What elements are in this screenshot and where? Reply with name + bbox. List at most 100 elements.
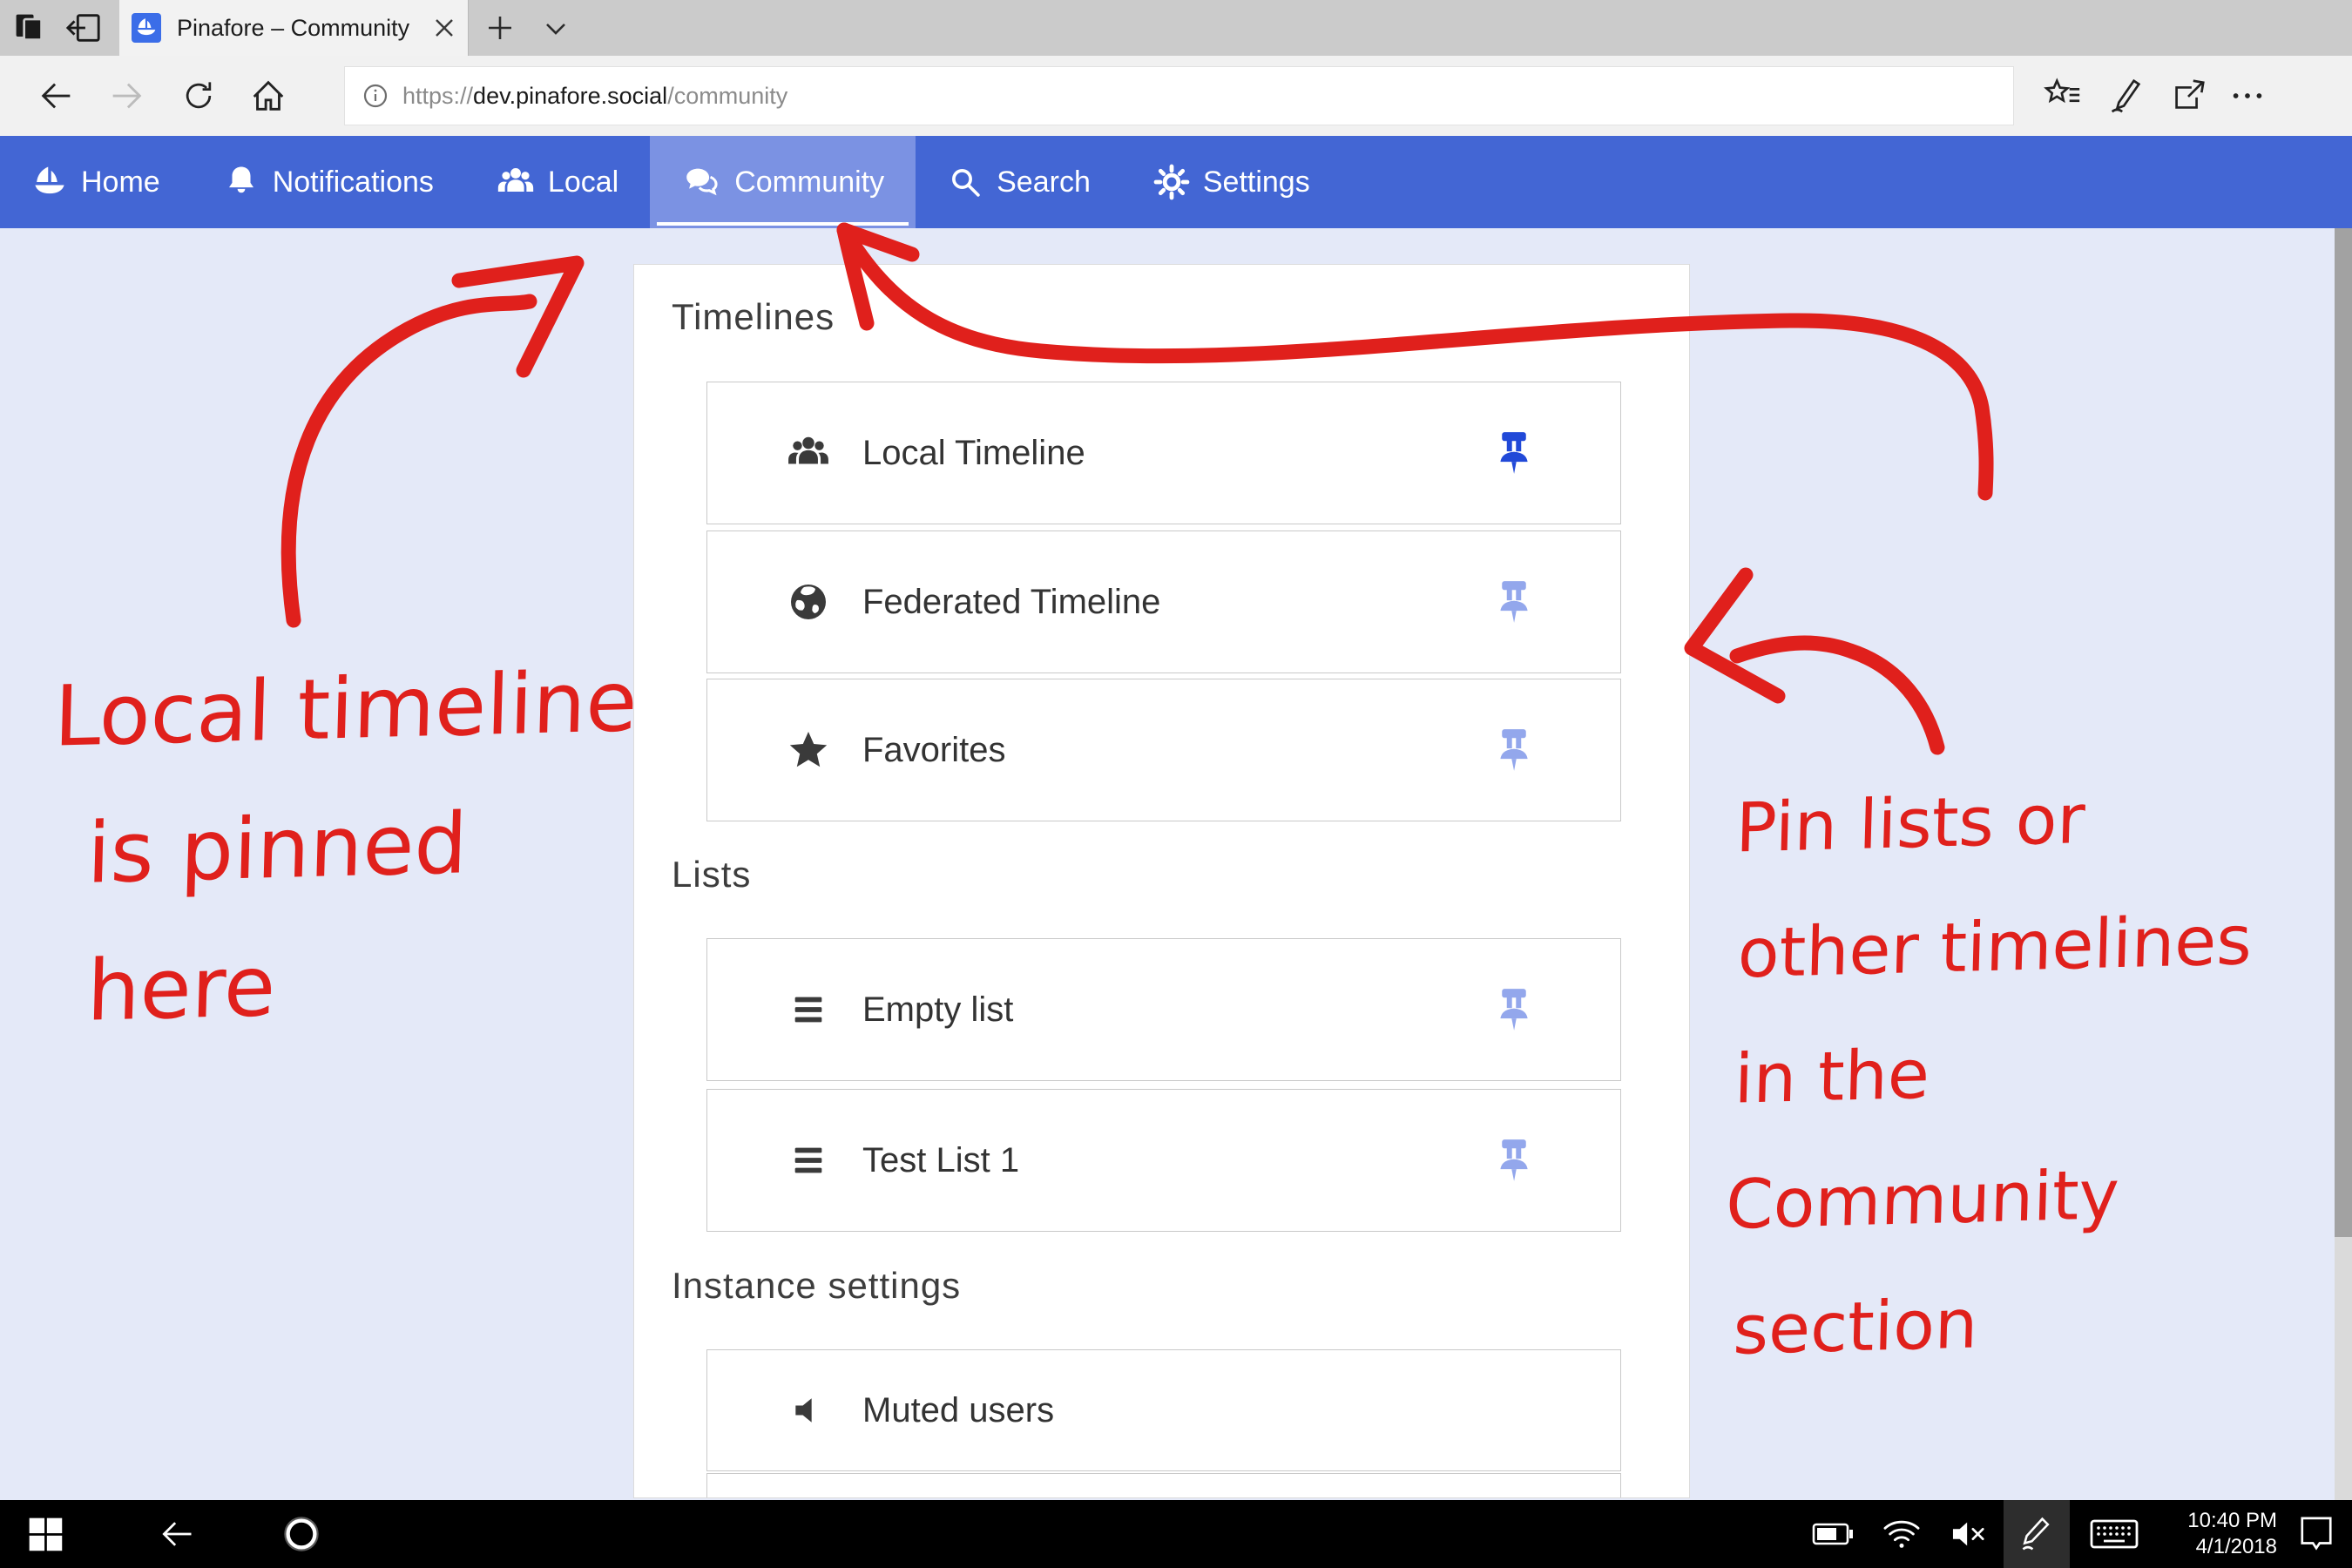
row-muted-users[interactable]: Muted users (706, 1349, 1621, 1471)
globe-icon (784, 581, 833, 623)
arrow-left-head (459, 263, 577, 370)
annotation-pin-lists: Pin lists or other timelines in the Comm… (1721, 753, 2257, 1394)
web-note-pen-icon[interactable] (2098, 56, 2153, 136)
annotation-line: is pinned (49, 770, 635, 923)
refresh-button[interactable] (171, 56, 226, 136)
star-icon (784, 729, 833, 771)
annotation-line: other timelines (1731, 878, 2254, 1017)
tab-list-chevron-icon[interactable] (533, 0, 578, 56)
windows-ink-pen-icon[interactable] (2004, 1500, 2070, 1568)
search-icon (947, 164, 983, 200)
battery-icon[interactable] (1803, 1500, 1864, 1568)
chat-bubbles-icon (681, 162, 721, 202)
row-test-list-1[interactable]: Test List 1 (706, 1089, 1621, 1232)
tab-preview-icon[interactable] (7, 0, 52, 56)
favorites-hub-icon[interactable] (2035, 56, 2091, 136)
annotation-line: Community (1724, 1129, 2247, 1268)
nav-label: Notifications (273, 166, 434, 199)
arrow-right-tail (1737, 643, 1937, 747)
home-button[interactable] (240, 56, 296, 136)
nav-item-home[interactable]: Home (0, 136, 192, 228)
nav-label: Home (81, 166, 160, 199)
arrow-left-tail (288, 301, 530, 620)
browser-tab-bar: Pinafore – Community (0, 0, 2352, 56)
users-icon (497, 163, 535, 201)
pin-icon[interactable] (1495, 429, 1533, 476)
annotation-line: here (45, 908, 632, 1061)
browser-tab[interactable]: Pinafore – Community (119, 0, 469, 56)
users-icon (784, 431, 833, 475)
url-host: dev.pinafore.social (473, 83, 667, 109)
community-page-card: Timelines Local Timeline Federated Timel… (633, 264, 1690, 1498)
row-label: Empty list (862, 990, 1495, 1030)
url-text: https://dev.pinafore.social/community (402, 83, 787, 110)
row-favorites[interactable]: Favorites (706, 679, 1621, 821)
row-empty-list[interactable]: Empty list (706, 938, 1621, 1081)
nav-item-notifications[interactable]: Notifications (192, 136, 465, 228)
desktop-screen: Pinafore – Community https (0, 0, 2352, 1568)
pinafore-favicon (132, 13, 161, 43)
clock-time: 10:40 PM (2187, 1508, 2277, 1534)
start-button[interactable] (12, 1500, 78, 1568)
windows-taskbar: 10:40 PM 4/1/2018 (0, 1500, 2352, 1568)
annotation-line: Local timeline (52, 632, 639, 786)
browser-toolbar: https://dev.pinafore.social/community (0, 56, 2352, 136)
scrollbar-thumb[interactable] (2335, 228, 2352, 1237)
list-icon (784, 990, 833, 1030)
forward-button[interactable] (98, 56, 154, 136)
row-label: Muted users (862, 1391, 1620, 1430)
pin-icon[interactable] (1495, 727, 1533, 774)
row-local-timeline[interactable]: Local Timeline (706, 382, 1621, 524)
nav-label: Community (734, 166, 884, 199)
pinafore-nav-bar: Home Notifications Local Community Searc… (0, 136, 2352, 228)
wifi-icon[interactable] (1871, 1500, 1932, 1568)
more-options-icon[interactable] (2220, 56, 2275, 136)
nav-label: Settings (1203, 166, 1310, 199)
address-bar[interactable]: https://dev.pinafore.social/community (344, 66, 2014, 125)
taskbar-back-button[interactable] (146, 1500, 207, 1568)
nav-label: Local (548, 166, 618, 199)
section-heading-lists: Lists (672, 854, 751, 896)
tab-title: Pinafore – Community (177, 15, 426, 42)
cortana-button[interactable] (270, 1500, 333, 1568)
annotation-line: section (1721, 1254, 2244, 1394)
url-path: /community (667, 83, 787, 109)
sailboat-icon (31, 164, 68, 200)
nav-item-search[interactable]: Search (916, 136, 1122, 228)
new-tab-button[interactable] (477, 0, 523, 56)
row-label: Test List 1 (862, 1141, 1495, 1180)
touch-keyboard-icon[interactable] (2077, 1500, 2152, 1568)
site-info-icon[interactable] (362, 83, 389, 109)
bell-icon (223, 164, 260, 200)
nav-item-settings[interactable]: Settings (1122, 136, 1342, 228)
tab-close-icon[interactable] (433, 17, 456, 39)
pin-icon[interactable] (1495, 986, 1533, 1033)
arrow-right-head (1692, 575, 1778, 696)
row-label: Favorites (862, 731, 1495, 770)
annotation-line: in the (1727, 1004, 2250, 1143)
nav-item-community[interactable]: Community (650, 136, 916, 228)
row-label: Local Timeline (862, 434, 1495, 473)
nav-label: Search (997, 166, 1091, 199)
scrollbar-track[interactable] (2335, 228, 2352, 1500)
pin-icon[interactable] (1495, 1137, 1533, 1184)
section-heading-timelines: Timelines (672, 296, 835, 338)
gear-icon (1153, 164, 1190, 200)
annotation-line: Pin lists or (1734, 753, 2257, 892)
set-tabs-aside-icon[interactable] (59, 0, 108, 56)
annotation-local-pinned: Local timeline is pinned here (45, 632, 639, 1061)
mute-icon (784, 1391, 833, 1429)
row-partial[interactable] (706, 1473, 1621, 1498)
share-icon[interactable] (2160, 56, 2216, 136)
list-icon (784, 1140, 833, 1180)
volume-muted-icon[interactable] (1939, 1500, 2000, 1568)
row-federated-timeline[interactable]: Federated Timeline (706, 531, 1621, 673)
url-scheme: https:// (402, 83, 473, 109)
action-center-icon[interactable] (2286, 1500, 2347, 1568)
pin-icon[interactable] (1495, 578, 1533, 625)
taskbar-clock[interactable]: 10:40 PM 4/1/2018 (2159, 1500, 2277, 1568)
row-label: Federated Timeline (862, 583, 1495, 622)
back-button[interactable] (29, 56, 84, 136)
section-heading-instance-settings: Instance settings (672, 1265, 961, 1307)
nav-item-local[interactable]: Local (465, 136, 650, 228)
